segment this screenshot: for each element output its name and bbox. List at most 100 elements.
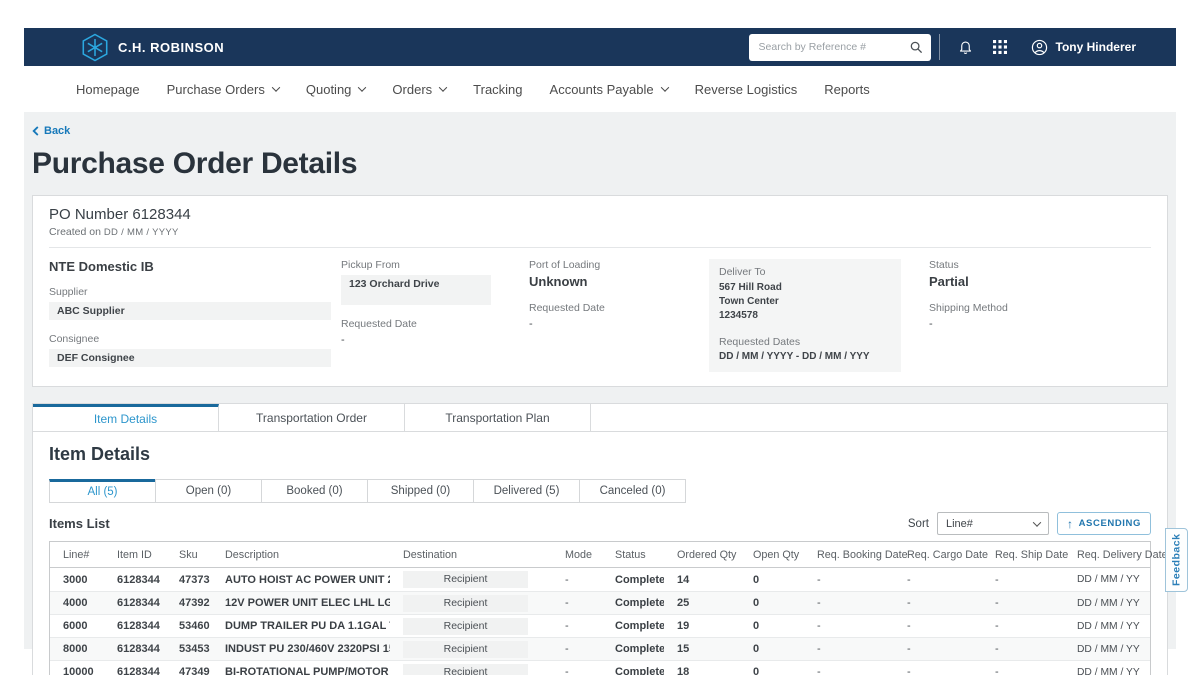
cell-mode: - (552, 620, 602, 632)
chevron-left-icon (32, 126, 39, 136)
nav-item-reverse-logistics[interactable]: Reverse Logistics (695, 82, 798, 97)
nav-item-label: Reverse Logistics (695, 82, 798, 97)
feedback-tab[interactable]: Feedback (1165, 528, 1188, 592)
primary-nav: Homepage Purchase Orders Quoting Orders Trac… (24, 66, 1176, 112)
pickup-column: Pickup From 123 Orchard Drive Requested … (341, 259, 529, 372)
subtab-delivered-5[interactable]: Delivered (5) (473, 479, 580, 503)
destination-placeholder: Recipient (403, 641, 528, 658)
cell-status: Complete (602, 620, 664, 632)
port-requested-date-value: - (529, 318, 709, 330)
sort-label: Sort (908, 518, 929, 530)
subtab-all-5[interactable]: All (5) (49, 479, 156, 503)
column-header-mode: Mode (552, 549, 602, 561)
nav-item-homepage[interactable]: Homepage (76, 82, 140, 97)
nav-item-label: Accounts Payable (550, 82, 654, 97)
shipping-method-value: - (929, 318, 1151, 330)
cell-mode: - (552, 597, 602, 609)
created-on-value: DD / MM / YYYY (104, 227, 179, 238)
nav-item-purchase-orders[interactable]: Purchase Orders (167, 82, 279, 97)
search-icon[interactable] (909, 40, 923, 54)
column-header-sku: Sku (166, 549, 212, 561)
sort-direction-button[interactable]: ↑ ASCENDING (1057, 512, 1151, 535)
destination-placeholder: Recipient (403, 618, 528, 635)
tab-transportation-plan[interactable]: Transportation Plan (405, 404, 591, 431)
top-header-bar: C.H. ROBINSON (24, 28, 1176, 66)
cell-req-delivery-date: DD / MM / YY (1064, 598, 1150, 609)
tab-transportation-order[interactable]: Transportation Order (219, 404, 405, 431)
header-actions: Tony Hinderer (749, 34, 1136, 61)
created-on: Created on DD / MM / YYYY (49, 226, 1151, 238)
subtab-booked-0[interactable]: Booked (0) (261, 479, 368, 503)
cell-status: Complete (602, 597, 664, 609)
search-input[interactable] (749, 34, 931, 61)
cell-line: 8000 (50, 643, 104, 655)
nav-item-accounts-payable[interactable]: Accounts Payable (550, 82, 668, 97)
bell-icon (958, 39, 973, 55)
table-row[interactable]: 8000612834453453INDUST PU 230/460V 2320P… (50, 637, 1150, 660)
apps-grid-icon (993, 40, 1007, 54)
deliver-requested-dates-label: Requested Dates (719, 336, 891, 348)
sort-select[interactable]: Line# (937, 512, 1049, 535)
header-divider (939, 34, 940, 60)
arrow-up-icon: ↑ (1067, 517, 1074, 531)
cell-description: BI-ROTATIONAL PUMP/MOTOR (212, 666, 390, 675)
nav-item-quoting[interactable]: Quoting (306, 82, 366, 97)
cell-item-id: 6128344 (104, 666, 166, 675)
table-row[interactable]: 400061283444739212V POWER UNIT ELEC LHL … (50, 591, 1150, 614)
table-row[interactable]: 3000612834447373AUTO HOIST AC POWER UNIT… (50, 568, 1150, 591)
tab-item-details[interactable]: Item Details (33, 404, 219, 431)
notifications-button[interactable] (954, 35, 977, 59)
user-name: Tony Hinderer (1056, 40, 1136, 54)
cell-sku: 53460 (166, 620, 212, 632)
cell-req-booking-date: - (804, 643, 894, 655)
supplier-label: Supplier (49, 286, 341, 298)
cell-req-cargo-date: - (894, 666, 982, 675)
cell-ordered-qty: 19 (664, 620, 740, 632)
user-avatar-icon (1031, 39, 1048, 56)
pickup-from-label: Pickup From (341, 259, 529, 271)
subtab-shipped-0[interactable]: Shipped (0) (367, 479, 474, 503)
consignee-label: Consignee (49, 333, 341, 345)
cell-req-booking-date: - (804, 620, 894, 632)
section-title: Item Details (49, 444, 1151, 465)
cell-open-qty: 0 (740, 643, 804, 655)
cell-description: DUMP TRAILER PU DA 1.1GAL TANK (212, 620, 390, 632)
user-menu[interactable]: Tony Hinderer (1031, 39, 1136, 56)
table-row[interactable]: 10000612834447349BI-ROTATIONAL PUMP/MOTO… (50, 660, 1150, 675)
pickup-requested-date-label: Requested Date (341, 318, 529, 330)
destination-placeholder: Recipient (403, 664, 528, 675)
cell-req-ship-date: - (982, 597, 1064, 609)
back-link[interactable]: Back (32, 125, 1168, 137)
port-column: Port of Loading Unknown Requested Date - (529, 259, 709, 372)
status-column: Status Partial Shipping Method - (901, 259, 1151, 372)
cell-status: Complete (602, 666, 664, 675)
brand-name: C.H. ROBINSON (118, 40, 224, 55)
po-summary-card: PO Number 6128344 Created on DD / MM / Y… (32, 195, 1168, 387)
table-row[interactable]: 6000612834453460DUMP TRAILER PU DA 1.1GA… (50, 614, 1150, 637)
column-header-destination: Destination (390, 549, 552, 561)
supplier-value: ABC Supplier (49, 302, 331, 320)
page-title: Purchase Order Details (32, 147, 1168, 181)
destination-placeholder: Recipient (403, 571, 528, 588)
subtab-open-0[interactable]: Open (0) (155, 479, 262, 503)
deliver-to-label: Deliver To (719, 266, 891, 278)
cell-open-qty: 0 (740, 574, 804, 586)
sort-direction-label: ASCENDING (1079, 518, 1141, 529)
nav-item-orders[interactable]: Orders (392, 82, 446, 97)
nav-item-tracking[interactable]: Tracking (473, 82, 522, 97)
cell-sku: 47373 (166, 574, 212, 586)
nav-item-reports[interactable]: Reports (824, 82, 870, 97)
nav-item-label: Quoting (306, 82, 352, 97)
cell-mode: - (552, 666, 602, 675)
items-table: Line#Item IDSkuDescriptionDestinationMod… (49, 541, 1151, 675)
cell-mode: - (552, 574, 602, 586)
created-on-label: Created on (49, 226, 101, 238)
cell-req-ship-date: - (982, 643, 1064, 655)
cell-ordered-qty: 18 (664, 666, 740, 675)
back-label: Back (44, 125, 70, 137)
cell-req-cargo-date: - (894, 597, 982, 609)
apps-menu-button[interactable] (989, 36, 1011, 58)
cell-req-booking-date: - (804, 574, 894, 586)
subtab-canceled-0[interactable]: Canceled (0) (579, 479, 686, 503)
brand-home-link[interactable]: C.H. ROBINSON (82, 33, 224, 62)
